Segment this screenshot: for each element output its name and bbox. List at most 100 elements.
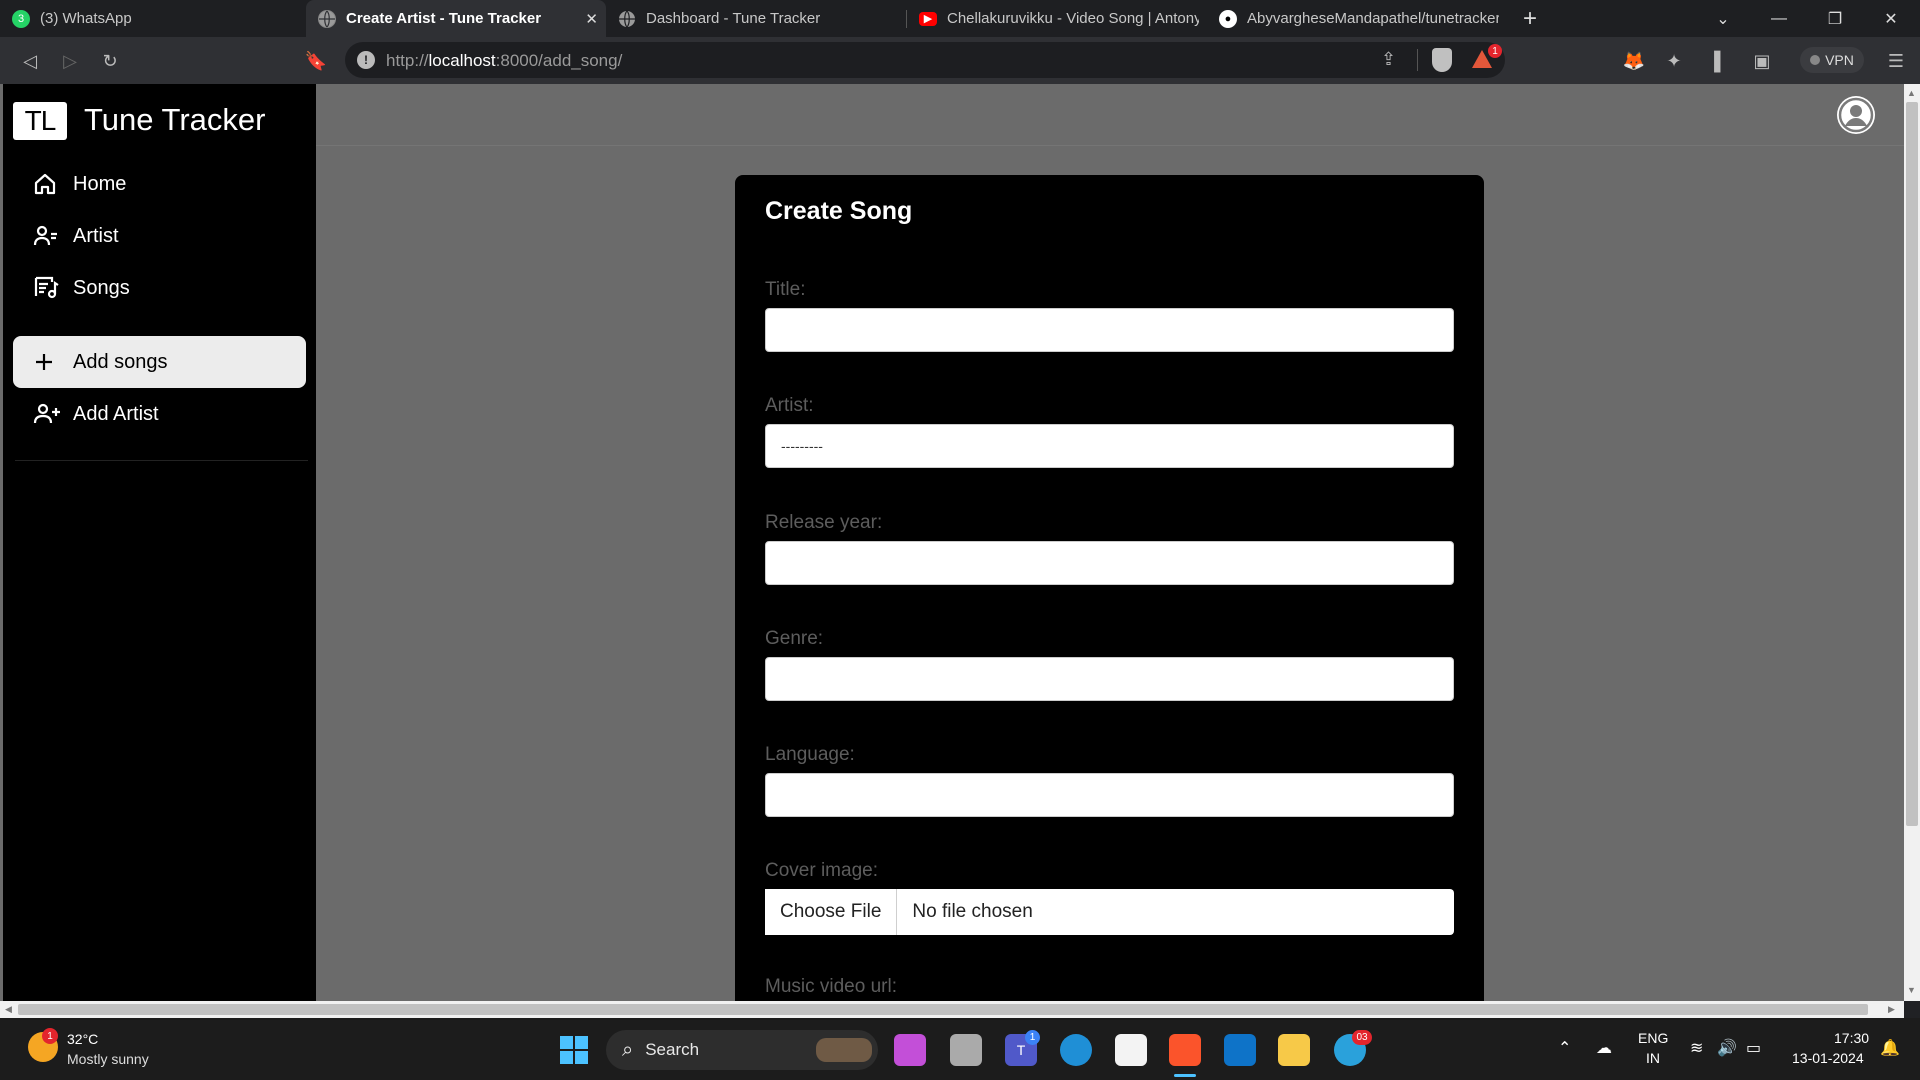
vscode-icon[interactable]: [1224, 1034, 1256, 1066]
file-explorer-icon[interactable]: [1278, 1034, 1310, 1066]
tab-title: Create Artist - Tune Tracker: [346, 10, 542, 27]
weather-temp: 32°C: [67, 1031, 99, 1047]
tray-overflow-chevron-icon[interactable]: ⌃: [1558, 1038, 1571, 1058]
language-label: Language:: [765, 744, 855, 765]
language-code[interactable]: ENG: [1638, 1030, 1668, 1046]
release-year-input[interactable]: [765, 541, 1454, 585]
sidebar-divider: [15, 460, 308, 461]
windows-start-icon[interactable]: [558, 1034, 590, 1066]
language-region: IN: [1646, 1050, 1660, 1066]
sidebar-item-artist[interactable]: Artist: [13, 210, 306, 262]
sidebar-item-label: Songs: [73, 276, 130, 299]
user-avatar[interactable]: [1837, 96, 1875, 134]
extensions-icon[interactable]: ✦: [1662, 49, 1686, 73]
wallet-icon[interactable]: ▣: [1750, 49, 1774, 73]
store-icon[interactable]: [1115, 1034, 1147, 1066]
search-label: Search: [645, 1040, 700, 1059]
divider: [1417, 49, 1418, 71]
share-icon[interactable]: ⇪: [1381, 49, 1396, 70]
create-song-card: Create Song Title: Artist: --------- Rel…: [735, 175, 1484, 1001]
reload-icon[interactable]: ↻: [98, 49, 122, 73]
search-icon: ⌕: [622, 1038, 634, 1061]
clock-time[interactable]: 17:30: [1834, 1030, 1869, 1046]
tab-github[interactable]: ● AbyvargheseMandapathel/tunetracker: [1207, 0, 1507, 37]
url-prefix: http://: [386, 51, 429, 70]
whatsapp-badge: 3: [17, 12, 25, 25]
tab-title: (3) WhatsApp: [40, 10, 132, 27]
cover-image-input[interactable]: Choose File No file chosen: [765, 889, 1454, 935]
close-window-icon[interactable]: ✕: [1863, 0, 1919, 37]
tab-search-chevron-icon[interactable]: ⌄: [1695, 0, 1751, 37]
sidebar-item-add-songs[interactable]: Add songs: [13, 336, 306, 388]
url-text: http://localhost:8000/add_song/: [386, 51, 622, 71]
release-year-label: Release year:: [765, 512, 883, 533]
onedrive-icon[interactable]: ☁: [1596, 1038, 1612, 1058]
active-app-indicator: [1174, 1074, 1196, 1077]
volume-icon[interactable]: 🔊: [1717, 1038, 1737, 1058]
rewards-badge: 1: [1488, 44, 1502, 58]
genre-input[interactable]: [765, 657, 1454, 701]
choose-file-button[interactable]: Choose File: [765, 889, 898, 935]
tab-title: Chellakuruvikku - Video Song | Antony: [947, 10, 1199, 27]
wifi-icon[interactable]: ≋: [1690, 1038, 1703, 1058]
minimize-icon[interactable]: —: [1751, 0, 1807, 37]
tab-dashboard[interactable]: Dashboard - Tune Tracker: [606, 0, 906, 37]
tab-title: Dashboard - Tune Tracker: [646, 10, 821, 27]
add-user-icon: [33, 403, 60, 424]
back-icon[interactable]: ◁: [18, 49, 42, 73]
sidebar-item-label: Add Artist: [73, 402, 159, 425]
restore-icon[interactable]: ❐: [1807, 0, 1863, 37]
bookmark-icon[interactable]: 🔖: [304, 49, 328, 73]
brave-icon[interactable]: [1169, 1034, 1201, 1066]
form-heading: Create Song: [765, 197, 913, 225]
brand-title: Tune Tracker: [84, 102, 266, 137]
url-path: :8000/add_song/: [495, 51, 623, 70]
tab-youtube[interactable]: ▶ Chellakuruvikku - Video Song | Antony: [907, 0, 1207, 37]
sidebar-item-add-artist[interactable]: Add Artist: [13, 388, 306, 440]
page-viewport: TL Tune Tracker Home Artist Songs Add so…: [0, 84, 1904, 1001]
address-bar[interactable]: ! http://localhost:8000/add_song/ ⇪ 1: [345, 42, 1505, 78]
scroll-up-icon[interactable]: ▲: [1907, 88, 1916, 98]
sidebar-item-label: Add songs: [73, 350, 168, 373]
close-tab-icon[interactable]: ✕: [585, 10, 598, 28]
sidebar: TL Tune Tracker Home Artist Songs Add so…: [3, 84, 316, 1001]
sidebar-item-label: Home: [73, 172, 127, 195]
title-input[interactable]: [765, 308, 1454, 352]
url-host: localhost: [428, 51, 496, 70]
youtube-icon: ▶: [919, 11, 937, 26]
browser-tab-strip: 3 (3) WhatsApp Create Artist - Tune Trac…: [0, 0, 1920, 37]
scroll-left-icon[interactable]: ◀: [5, 1004, 12, 1015]
forward-icon[interactable]: ▷: [58, 49, 82, 73]
sidebar-item-songs[interactable]: Songs: [13, 262, 306, 314]
sidebar-toggle-icon[interactable]: ▐: [1702, 49, 1726, 73]
sidebar-item-home[interactable]: Home: [13, 158, 306, 210]
tab-title: AbyvargheseMandapathel/tunetracker: [1247, 10, 1499, 27]
brave-shields-icon[interactable]: [1432, 48, 1452, 72]
artist-select[interactable]: ---------: [765, 424, 1454, 468]
taskbar-search[interactable]: ⌕ Search: [606, 1030, 878, 1070]
vpn-status-icon: [1810, 55, 1821, 65]
home-icon: [34, 173, 56, 195]
site-info-icon[interactable]: !: [357, 51, 375, 69]
edge-icon[interactable]: [1060, 1034, 1092, 1066]
scroll-right-icon[interactable]: ▶: [1888, 1004, 1895, 1015]
tab-create-artist[interactable]: Create Artist - Tune Tracker ✕: [306, 0, 606, 37]
vpn-button[interactable]: VPN: [1800, 47, 1864, 73]
copilot-icon[interactable]: [894, 1034, 926, 1066]
vertical-scroll-thumb[interactable]: [1906, 102, 1918, 826]
new-tab-button[interactable]: +: [1502, 0, 1558, 37]
scroll-down-icon[interactable]: ▼: [1907, 985, 1916, 995]
app-header: [316, 84, 1904, 146]
weather-desc: Mostly sunny: [67, 1051, 149, 1067]
horizontal-scroll-thumb[interactable]: [18, 1004, 1868, 1015]
search-highlight-image: [816, 1038, 872, 1062]
title-label: Title:: [765, 279, 806, 300]
genre-label: Genre:: [765, 628, 824, 649]
menu-icon[interactable]: ☰: [1884, 49, 1908, 73]
notifications-icon[interactable]: 🔔: [1880, 1038, 1900, 1058]
tab-whatsapp[interactable]: 3 (3) WhatsApp: [0, 0, 306, 37]
task-view-icon[interactable]: [950, 1034, 982, 1066]
battery-icon[interactable]: ▭: [1746, 1038, 1761, 1058]
language-input[interactable]: [765, 773, 1454, 817]
metamask-icon[interactable]: 🦊: [1622, 49, 1646, 73]
